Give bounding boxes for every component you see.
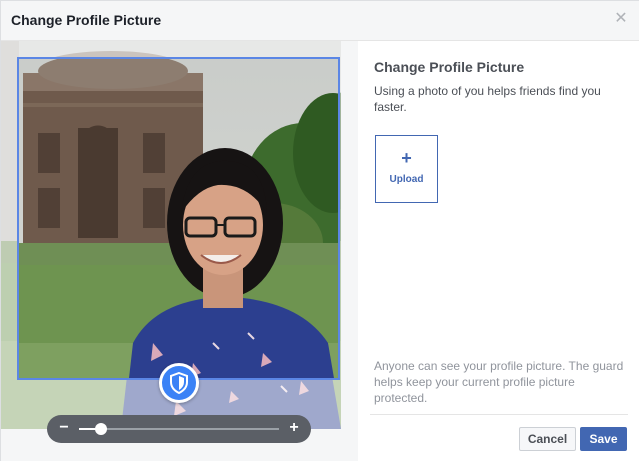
zoom-out-button[interactable]: −	[57, 419, 71, 437]
side-panel-title: Change Profile Picture	[374, 59, 525, 75]
profile-guard-button[interactable]	[159, 363, 199, 403]
dialog-header: Change Profile Picture ✕	[1, 1, 639, 41]
close-icon[interactable]: ✕	[614, 11, 628, 27]
privacy-note: Anyone can see your profile picture. The…	[374, 359, 624, 405]
zoom-slider[interactable]	[79, 423, 279, 435]
plus-icon: +	[401, 148, 412, 168]
upload-label: Upload	[389, 174, 424, 185]
side-panel-description: Using a photo of you helps friends find …	[374, 84, 601, 114]
photo-editor: − +	[1, 41, 358, 461]
shield-icon	[170, 372, 188, 394]
zoom-slider-thumb[interactable]	[95, 423, 107, 435]
cancel-button[interactable]: Cancel	[519, 427, 576, 451]
zoom-control: − +	[47, 415, 311, 443]
save-button[interactable]: Save	[580, 427, 627, 451]
profile-photo-crop	[19, 59, 338, 378]
zoom-in-button[interactable]: +	[287, 419, 301, 437]
dialog-title: Change Profile Picture	[11, 12, 162, 28]
crop-frame[interactable]	[17, 57, 340, 380]
change-profile-picture-dialog: Change Profile Picture ✕ − + Change Prof…	[0, 0, 639, 461]
upload-button[interactable]: + Upload	[375, 135, 438, 203]
footer-divider	[370, 414, 628, 415]
side-panel: Change Profile Picture Using a photo of …	[358, 41, 639, 461]
